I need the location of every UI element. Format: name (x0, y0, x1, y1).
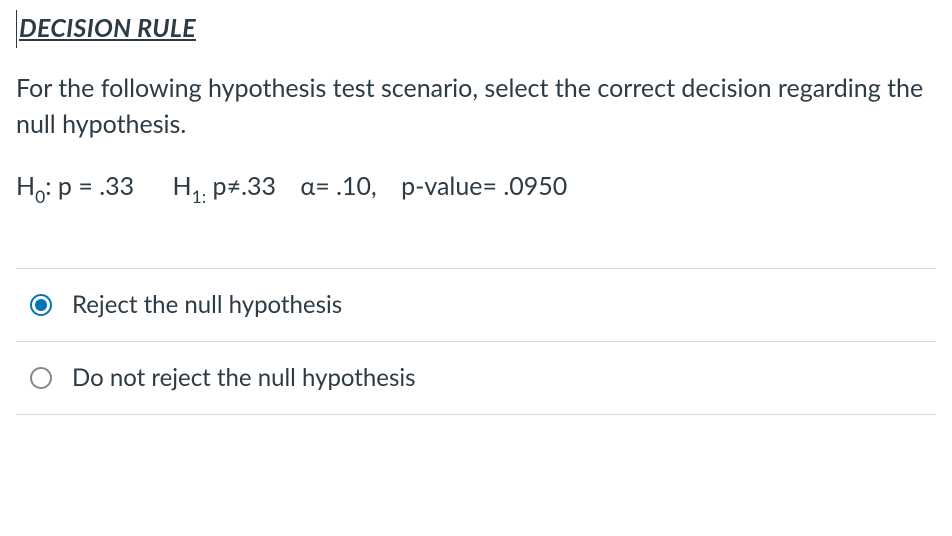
h0-term: H0: p = .33 (16, 168, 134, 208)
h1-prefix: H (173, 171, 192, 201)
h0-sub: 0 (35, 186, 45, 207)
option-label: Do not reject the null hypothesis (72, 360, 416, 396)
question-prompt: For the following hypothesis test scenar… (16, 70, 936, 143)
h0-text: : p = .33 (45, 171, 134, 201)
option-do-not-reject[interactable]: Do not reject the null hypothesis (16, 342, 936, 415)
alpha-term: α= .10, (300, 168, 376, 206)
question-title: DECISION RULE (16, 10, 936, 48)
hypotheses-line: H0: p = .33 H1: p≠.33 α= .10, p-value= .… (16, 168, 936, 208)
h1-sub: 1: (192, 186, 207, 207)
radio-icon[interactable] (30, 367, 52, 389)
h0-prefix: H (16, 171, 35, 201)
radio-icon[interactable] (30, 294, 52, 316)
h1-text: p≠.33 (206, 171, 276, 201)
pvalue-term: p-value= .0950 (401, 168, 567, 206)
h1-term: H1: p≠.33 (173, 168, 276, 208)
option-label: Reject the null hypothesis (72, 287, 342, 323)
options-list: Reject the null hypothesis Do not reject… (16, 268, 936, 415)
option-reject[interactable]: Reject the null hypothesis (16, 269, 936, 342)
